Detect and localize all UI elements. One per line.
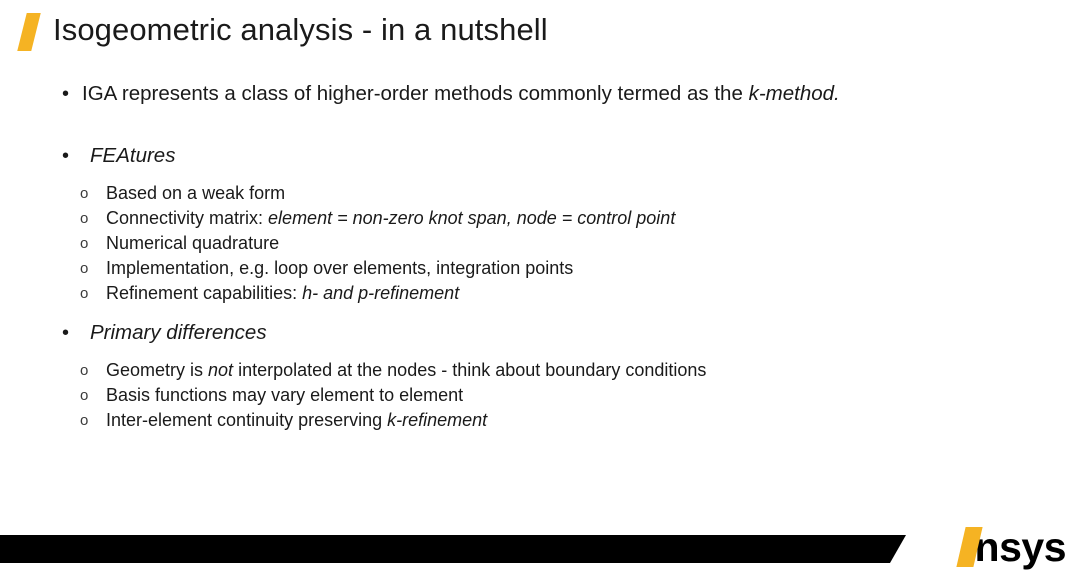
list-item: o Basis functions may vary element to el… [0,383,1080,408]
section-heading-features: • FEAtures [0,142,1080,170]
page-title: Isogeometric analysis - in a nutshell [53,12,548,47]
list-item-text: Refinement capabilities: [106,283,303,303]
section-heading-label: Primary differences [90,321,267,344]
bullet-marker-level2: o [80,362,89,379]
list-item-emphasis: h- and p-refinement [302,283,460,303]
bullet-marker-level2: o [80,285,89,302]
ansys-logo: nsys [955,524,1067,570]
footer-black-bar [0,535,906,563]
list-item-text: Basis functions may vary element to elem… [106,385,464,405]
bullet-marker-level1: • [62,83,70,105]
list-item-emphasis: k-refinement [387,410,488,430]
list-item-text: Connectivity matrix: [106,208,269,228]
bullet-marker-level1: • [62,145,70,167]
slide: Isogeometric analysis - in a nutshell • … [0,0,1080,576]
list-item: o Inter-element continuity preserving k-… [0,408,1080,433]
title-accent-slash-icon [17,13,41,51]
list-item: o Connectivity matrix: element = non-zer… [0,206,1080,231]
list-item-text: Numerical quadrature [106,233,280,253]
bullet-marker-level2: o [80,387,89,404]
list-item-emphasis: element = non-zero knot span, node = con… [268,208,676,228]
list-item-text: Inter-element continuity preserving [106,410,388,430]
list-item: o Implementation, e.g. loop over element… [0,256,1080,281]
bullet-marker-level2: o [80,210,89,227]
slide-body: • IGA represents a class of higher-order… [0,80,1080,433]
bullet-marker-level2: o [80,185,89,202]
section-heading-primary-differences: • Primary differences [0,319,1080,347]
slide-footer: nsys [0,520,1080,576]
bullet-marker-level2: o [80,260,89,277]
list-item-text: Based on a weak form [106,183,286,203]
list-item-text: Geometry is [106,360,209,380]
slide-title-row: Isogeometric analysis - in a nutshell [0,6,1080,56]
list-item: o Numerical quadrature [0,231,1080,256]
list-item: o Based on a weak form [0,181,1080,206]
section-heading-label: FEAtures [90,144,176,167]
list-item-tail: interpolated at the nodes - think about … [233,360,707,380]
bullet-intro-emphasis: k-method. [748,82,840,105]
bullet-marker-level2: o [80,412,89,429]
ansys-logo-wordmark: nsys [974,524,1067,570]
bullet-intro-text: IGA represents a class of higher-order m… [82,82,749,105]
list-item: o Refinement capabilities: h- and p-refi… [0,281,1080,306]
list-item-emphasis: not [208,360,234,380]
bullet-intro: • IGA represents a class of higher-order… [0,80,1080,108]
bullet-marker-level1: • [62,322,70,344]
list-item: o Geometry is not interpolated at the no… [0,358,1080,383]
bullet-marker-level2: o [80,235,89,252]
list-item-text: Implementation, e.g. loop over elements,… [106,258,574,278]
